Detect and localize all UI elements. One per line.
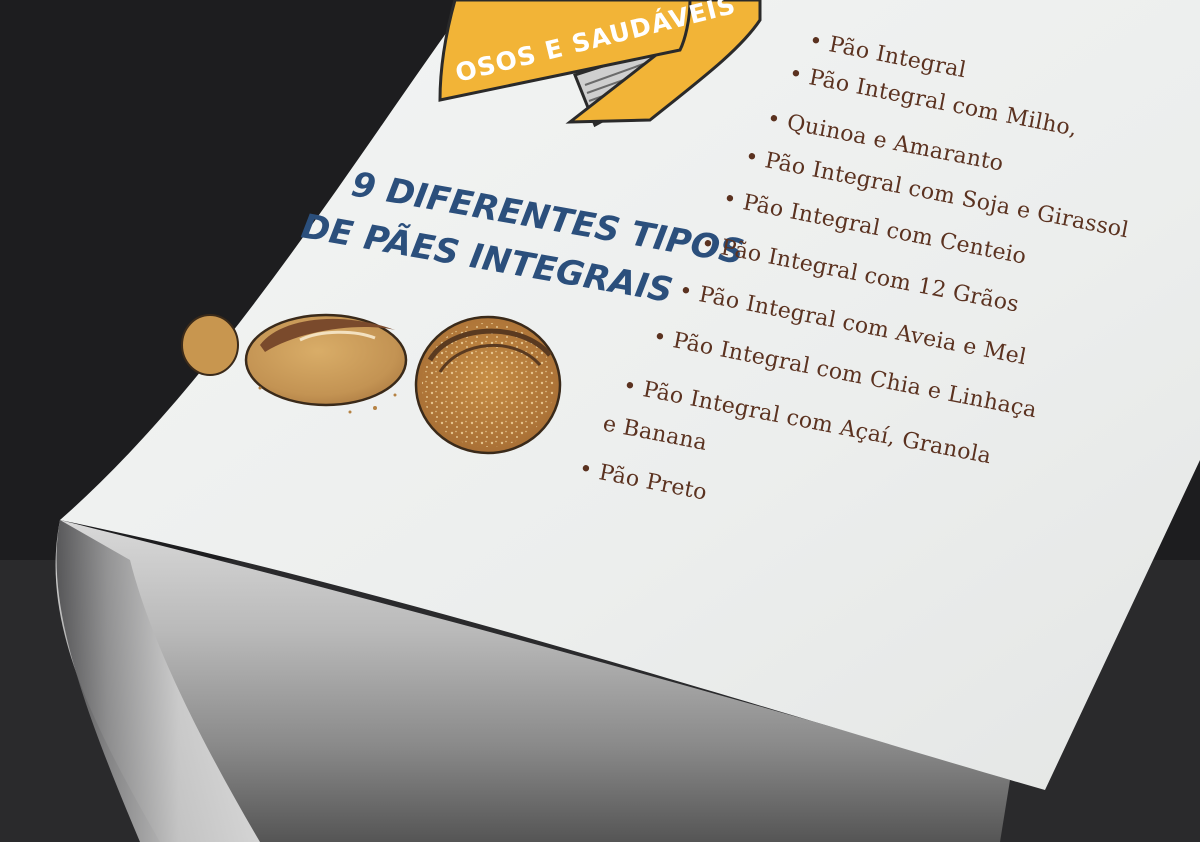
paper-mockup-scene: OSOS E SAUDÁVEIS 9 DIFERENTES TIPOS DE P… [0,0,1200,842]
bread-illustration-partial [181,314,239,376]
bread-illustration-seeded [414,315,562,455]
